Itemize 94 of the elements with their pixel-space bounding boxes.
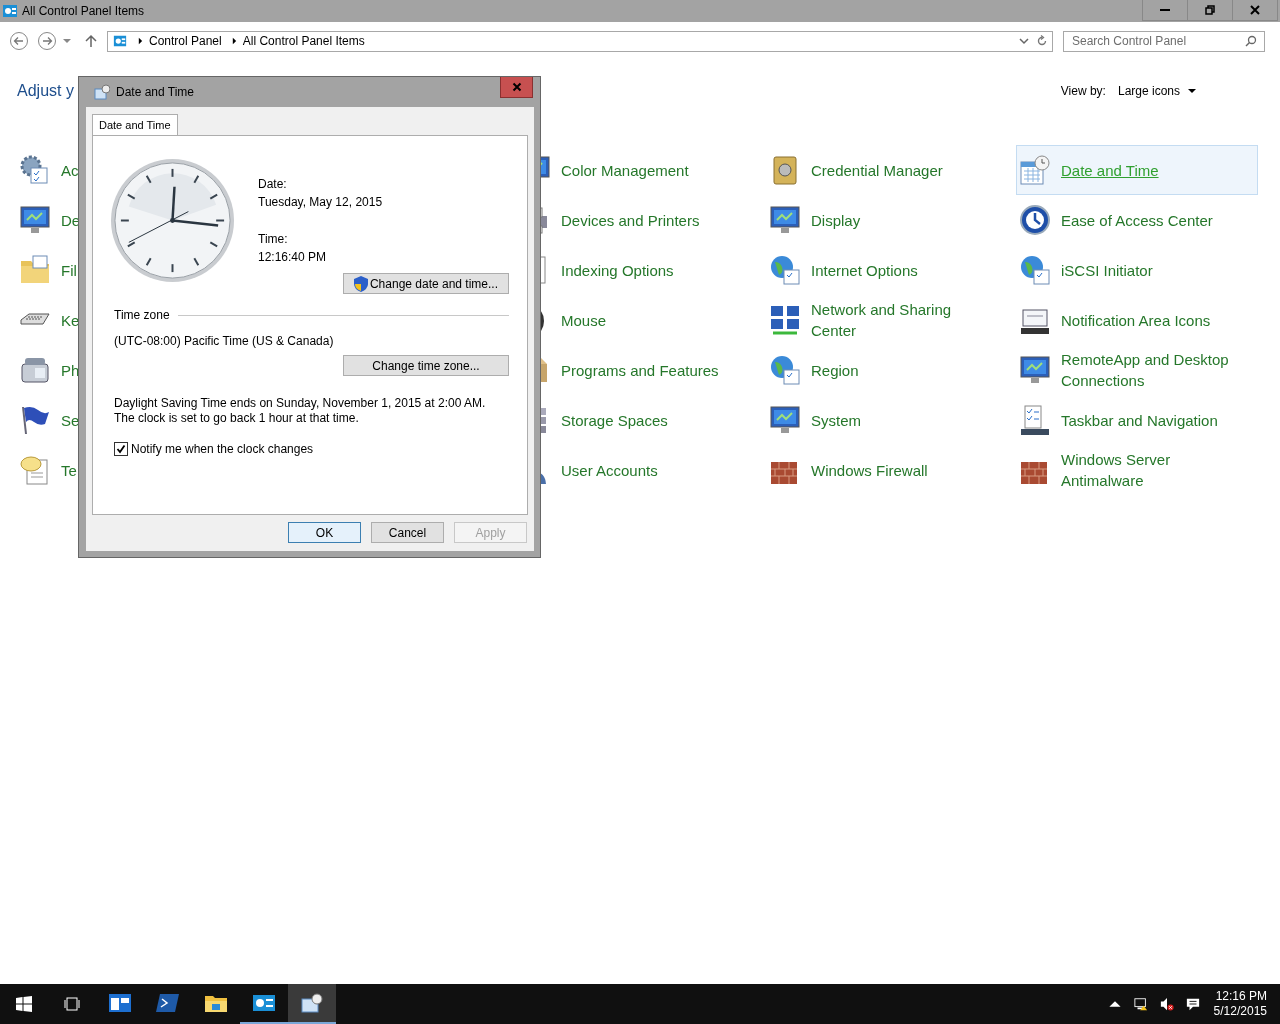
back-icon[interactable] (9, 31, 29, 51)
item-label[interactable]: User Accounts (561, 459, 658, 481)
close-button[interactable] (500, 77, 533, 98)
item-label[interactable]: Ease of Access Center (1061, 209, 1213, 231)
item-label[interactable]: Internet Options (811, 259, 918, 281)
item-label[interactable]: Region (811, 359, 859, 381)
flag-icon[interactable] (19, 404, 51, 436)
close-icon (1250, 5, 1260, 15)
start-icon[interactable] (16, 996, 32, 1012)
globe-icon[interactable] (769, 254, 801, 286)
globe-icon[interactable] (769, 354, 801, 386)
control-panel-icon (252, 993, 276, 1013)
folder-icon (204, 993, 228, 1013)
breadcrumb[interactable]: Control Panel (149, 34, 222, 48)
server-window-icon (108, 993, 132, 1013)
checklist-icon[interactable] (1019, 404, 1051, 436)
item-label[interactable]: Te (61, 459, 77, 481)
globe-icon[interactable] (1019, 254, 1051, 286)
item-label[interactable]: Ph (61, 359, 80, 381)
item-label[interactable]: Windows Firewall (811, 459, 928, 481)
item-label[interactable]: Indexing Options (561, 259, 674, 281)
time-zone-heading: Time zone (114, 308, 170, 322)
item-label[interactable]: iSCSI Initiator (1061, 259, 1153, 281)
speaker-icon[interactable] (1159, 997, 1174, 1011)
gear-icon[interactable] (19, 154, 51, 186)
dialog-button[interactable]: OK (288, 522, 361, 543)
search-field[interactable]: Search Control Panel (1063, 30, 1265, 52)
task-view-icon[interactable] (64, 996, 80, 1012)
item-label[interactable]: Ke (61, 309, 80, 331)
terminal-icon (156, 993, 180, 1013)
item-label[interactable]: Credential Manager (811, 159, 943, 181)
view-by-label: View by: (1060, 84, 1106, 98)
minimize-button[interactable] (1142, 0, 1188, 21)
dialog-title: Date and Time (116, 85, 195, 99)
item-label[interactable]: Devices and Printers (561, 209, 700, 231)
taskbar-button[interactable] (288, 984, 336, 1024)
item-label[interactable]: Color Management (561, 159, 689, 181)
time-label: Time: (258, 232, 289, 246)
item-label[interactable]: Windows Server Antimalware (1061, 449, 1241, 491)
chevron-down-icon[interactable] (1018, 35, 1030, 47)
close-icon (511, 82, 522, 92)
date-value: Tuesday, May 12, 2015 (258, 195, 384, 209)
item-label[interactable]: System (811, 409, 861, 431)
minimize-icon (1160, 9, 1170, 11)
search-icon (1245, 34, 1257, 47)
item-label[interactable]: Network and Sharing Center (811, 299, 991, 341)
item-label[interactable]: Mouse (561, 309, 607, 331)
view-by-dropdown[interactable]: Large icons (1117, 84, 1196, 98)
shield-icon (353, 275, 368, 292)
monitor-icon[interactable] (769, 204, 801, 236)
item-label[interactable]: Storage Spaces (561, 409, 668, 431)
network-icon[interactable] (1133, 997, 1148, 1011)
notification-icon[interactable] (1185, 997, 1200, 1011)
taskbar-date[interactable]: 5/12/2015 (1213, 1004, 1267, 1019)
time-zone-value: (UTC-08:00) Pacific Time (US & Canada) (114, 334, 335, 348)
item-label[interactable]: Taskbar and Navigation (1061, 409, 1218, 431)
dialog-button[interactable]: Cancel (371, 522, 444, 543)
accessibility-icon[interactable] (1019, 204, 1051, 236)
taskbar-time[interactable]: 12:16 PM (1215, 989, 1267, 1004)
window-title: All Control Panel Items (22, 4, 145, 18)
control-panel-icon (2, 3, 18, 19)
caret-icon (1188, 87, 1196, 95)
item-label[interactable]: Date and Time (1061, 159, 1159, 181)
item-label[interactable]: Se (61, 409, 80, 431)
breadcrumb[interactable]: All Control Panel Items (242, 34, 365, 48)
checkbox-label[interactable]: Notify me when the clock changes (131, 442, 314, 456)
item-label[interactable]: Programs and Features (561, 359, 719, 381)
tab[interactable]: Date and Time (92, 114, 178, 135)
network-icon[interactable] (769, 304, 801, 336)
daylight-saving-note: Daylight Saving Time ends on Sunday, November 1, 2015 at 2:00 AM. The clock is set to go back 1 hour at that time. (114, 396, 487, 426)
restore-icon (1205, 5, 1215, 15)
monitor-icon[interactable] (19, 204, 51, 236)
up-arrow-icon[interactable] (83, 33, 99, 49)
change-date-time-button[interactable]: Change date and time... (343, 273, 509, 294)
chevron-icon[interactable] (231, 37, 237, 45)
item-label[interactable]: Fil (61, 259, 77, 281)
forward-icon[interactable] (37, 31, 57, 51)
close-button[interactable] (1232, 0, 1278, 21)
item-label[interactable]: Ac (61, 159, 79, 181)
date-label: Date: (258, 177, 288, 191)
address-bar[interactable]: Control Panel All Control Panel Items (107, 30, 1053, 52)
item-label[interactable]: Display (811, 209, 861, 231)
dropdown-icon[interactable] (63, 37, 71, 45)
time-value: 12:16:40 PM (258, 250, 328, 264)
monitor-icon[interactable] (769, 404, 801, 436)
checkbox[interactable] (114, 442, 128, 456)
item-label[interactable]: Notification Area Icons (1061, 309, 1211, 331)
control-panel-icon (112, 34, 128, 48)
refresh-icon[interactable] (1036, 35, 1048, 47)
item-label[interactable]: RemoteApp and Desktop Connections (1061, 349, 1241, 391)
chevron-icon[interactable] (138, 37, 143, 45)
change-time-zone-button[interactable]: Change time zone... (343, 355, 509, 376)
page-heading: Adjust y (17, 82, 74, 100)
monitor-icon[interactable] (1019, 354, 1051, 386)
